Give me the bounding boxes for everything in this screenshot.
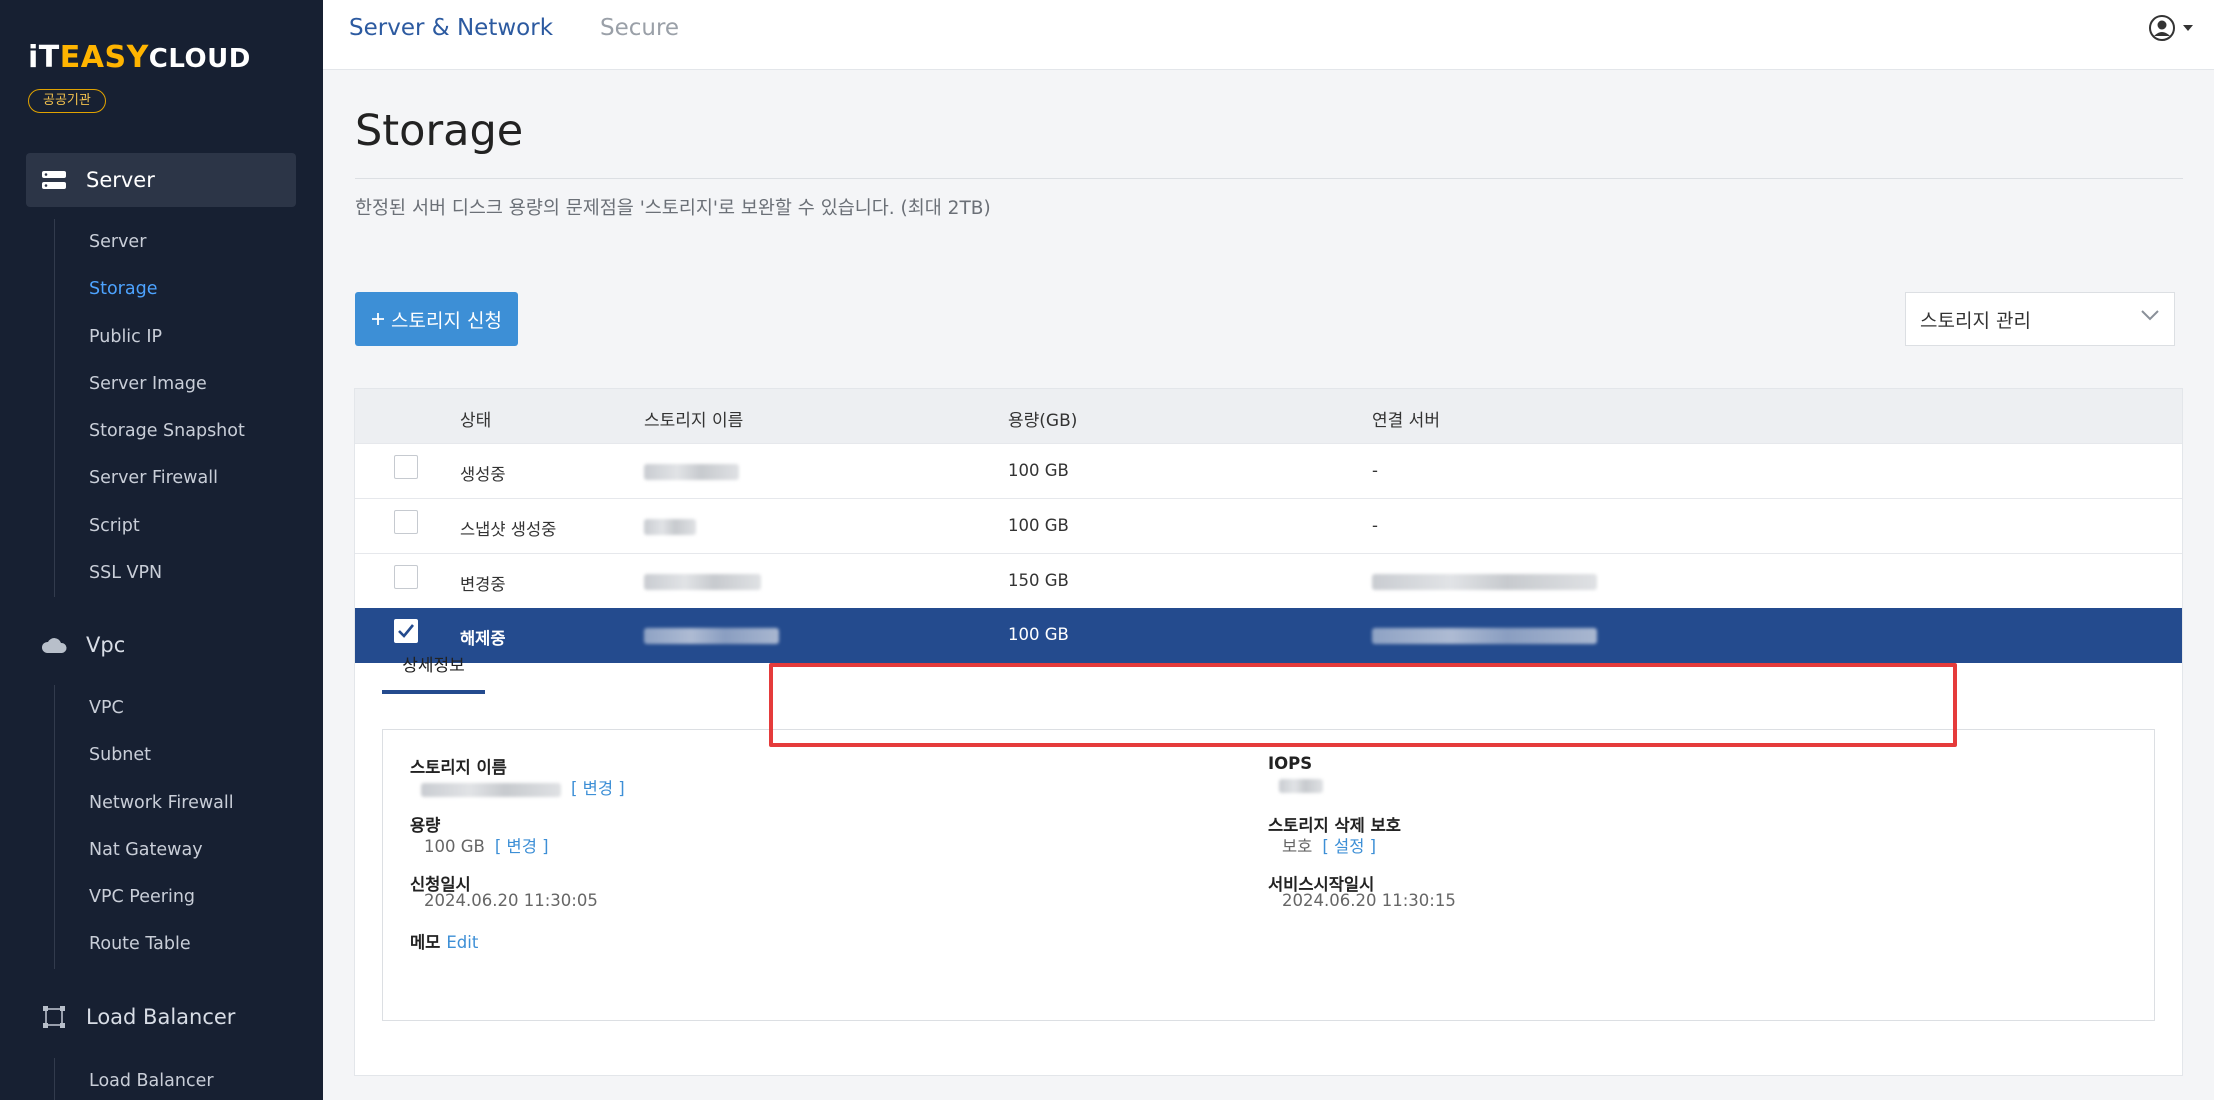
- row-connected-server-redacted: [1372, 571, 1597, 590]
- nav-group-vpc-label: Vpc: [86, 633, 126, 657]
- memo-edit-link[interactable]: Edit: [446, 933, 478, 952]
- sidebar-item-route-table[interactable]: Route Table: [55, 921, 234, 968]
- load-balancer-icon: [40, 1006, 68, 1028]
- storage-manage-select-value: 스토리지 관리: [1920, 309, 2031, 332]
- sidebar-item-server[interactable]: Server: [55, 219, 245, 266]
- delete-protect-settings-link[interactable]: [ 설정 ]: [1322, 837, 1376, 856]
- sidebar-item-vpc[interactable]: VPC: [55, 685, 234, 732]
- table-row[interactable]: 생성중 100 GB -: [355, 443, 2182, 498]
- main-content: Storage 한정된 서버 디스크 용량의 문제점을 '스토리지'로 보완할 …: [323, 70, 2214, 1100]
- row-storage-name-redacted: [644, 516, 696, 535]
- change-capacity-link[interactable]: [ 변경 ]: [495, 837, 549, 856]
- top-bar: Server & Network Secure: [323, 0, 2214, 70]
- column-header-capacity[interactable]: 용량(GB): [1008, 406, 1077, 431]
- logo-text-easy: EASY: [59, 40, 149, 75]
- column-header-status[interactable]: 상태: [460, 406, 491, 431]
- row-storage-name-redacted: [644, 625, 779, 644]
- tab-server-network[interactable]: Server & Network: [349, 15, 553, 41]
- row-checkbox-checked[interactable]: [394, 619, 418, 643]
- detail-capacity-value: 100 GB [ 변경 ]: [424, 833, 549, 857]
- request-storage-label: 스토리지 신청: [391, 309, 502, 332]
- detail-delete-protect-value: 보호 [ 설정 ]: [1282, 833, 1376, 857]
- table-row[interactable]: 변경중 150 GB: [355, 553, 2182, 608]
- server-icon: [40, 169, 68, 191]
- caret-down-icon: [2183, 25, 2193, 31]
- sidebar-item-storage-snapshot[interactable]: Storage Snapshot: [55, 408, 245, 455]
- brand-logo[interactable]: iTEASYCLOUD: [28, 40, 251, 75]
- page-description: 한정된 서버 디스크 용량의 문제점을 '스토리지'로 보완할 수 있습니다. …: [355, 198, 991, 219]
- row-capacity: 100 GB: [1008, 461, 1069, 480]
- storage-manage-select[interactable]: 스토리지 관리: [1905, 292, 2175, 346]
- lb-subnav: Load Balancer: [54, 1058, 214, 1100]
- logo-text-it: iT: [28, 40, 60, 75]
- storage-table: 상태 스토리지 이름 용량(GB) 연결 서버 생성중 100 GB - 스냅샷…: [354, 388, 2183, 1076]
- chevron-down-icon: [2141, 310, 2159, 321]
- row-connected-server: -: [1372, 516, 1378, 535]
- title-divider: [355, 178, 2183, 179]
- cloud-icon: [40, 634, 68, 656]
- sidebar-item-storage[interactable]: Storage: [55, 266, 245, 313]
- sidebar-item-public-ip[interactable]: Public IP: [55, 314, 245, 361]
- row-connected-server-redacted: [1372, 625, 1597, 644]
- row-checkbox[interactable]: [394, 565, 418, 589]
- detail-memo-text: 메모: [410, 933, 441, 952]
- sidebar-item-script[interactable]: Script: [55, 503, 245, 550]
- sidebar-item-server-image[interactable]: Server Image: [55, 361, 245, 408]
- logo-text-cloud: CLOUD: [148, 44, 251, 74]
- detail-service-start-value: 2024.06.20 11:30:15: [1282, 891, 1456, 910]
- server-subnav: Server Storage Public IP Server Image St…: [54, 219, 245, 597]
- detail-delete-protect-text: 보호: [1282, 837, 1313, 856]
- sidebar-item-load-balancer[interactable]: Load Balancer: [55, 1058, 214, 1100]
- row-capacity: 150 GB: [1008, 571, 1069, 590]
- tab-detail-info[interactable]: 상세정보: [382, 655, 485, 694]
- sidebar-item-ssl-vpn[interactable]: SSL VPN: [55, 550, 245, 597]
- request-storage-button[interactable]: 스토리지 신청: [355, 292, 518, 346]
- row-connected-server: -: [1372, 461, 1378, 480]
- org-badge: 공공기관: [28, 89, 106, 113]
- row-capacity: 100 GB: [1008, 516, 1069, 535]
- nav-group-vpc[interactable]: Vpc: [26, 618, 296, 672]
- detail-storage-name-value: [ 변경 ]: [421, 775, 625, 799]
- column-header-storage-name[interactable]: 스토리지 이름: [644, 406, 743, 431]
- row-status: 스냅샷 생성중: [460, 520, 557, 539]
- detail-panel: 스토리지 이름 [ 변경 ] 용량 100 GB[ 변경 ] 신청일시 2024…: [382, 729, 2155, 1021]
- vpc-subnav: VPC Subnet Network Firewall Nat Gateway …: [54, 685, 234, 969]
- table-row-selected[interactable]: 해제중 100 GB: [355, 608, 2182, 663]
- detail-iops-value-redacted: [1279, 775, 1323, 794]
- detail-memo-label: 메모 Edit: [410, 929, 478, 953]
- detail-iops-label: IOPS: [1268, 754, 1313, 773]
- user-avatar-icon: [2149, 15, 2175, 41]
- nav-group-server-label: Server: [86, 168, 155, 192]
- detail-capacity-text: 100 GB: [424, 837, 485, 856]
- page-title: Storage: [355, 106, 524, 156]
- checkmark-icon: [398, 624, 415, 638]
- sidebar-item-vpc-peering[interactable]: VPC Peering: [55, 874, 234, 921]
- table-header: 상태 스토리지 이름 용량(GB) 연결 서버: [355, 389, 2182, 443]
- row-storage-name-redacted: [644, 461, 739, 480]
- row-status: 생성중: [460, 465, 506, 484]
- user-menu[interactable]: [2148, 14, 2194, 42]
- row-checkbox[interactable]: [394, 510, 418, 534]
- sidebar-item-server-firewall[interactable]: Server Firewall: [55, 455, 245, 502]
- row-checkbox[interactable]: [394, 455, 418, 479]
- row-status: 변경중: [460, 575, 506, 594]
- row-status: 해제중: [460, 629, 506, 648]
- column-header-connected-server[interactable]: 연결 서버: [1372, 406, 1440, 431]
- row-storage-name-redacted: [644, 571, 761, 590]
- table-row[interactable]: 스냅샷 생성중 100 GB -: [355, 498, 2182, 553]
- nav-group-server[interactable]: Server: [26, 153, 296, 207]
- sidebar-item-nat-gateway[interactable]: Nat Gateway: [55, 827, 234, 874]
- nav-group-load-balancer-label: Load Balancer: [86, 1005, 236, 1029]
- nav-group-load-balancer[interactable]: Load Balancer: [26, 990, 296, 1044]
- plus-icon: [372, 313, 385, 325]
- sidebar-item-subnet[interactable]: Subnet: [55, 732, 234, 779]
- tab-secure[interactable]: Secure: [600, 15, 679, 41]
- detail-requested-value: 2024.06.20 11:30:05: [424, 891, 598, 910]
- sidebar: iTEASYCLOUD 공공기관 Server Server Storage P…: [0, 0, 323, 1100]
- change-name-link[interactable]: [ 변경 ]: [571, 779, 625, 798]
- row-capacity: 100 GB: [1008, 625, 1069, 644]
- sidebar-item-network-firewall[interactable]: Network Firewall: [55, 780, 234, 827]
